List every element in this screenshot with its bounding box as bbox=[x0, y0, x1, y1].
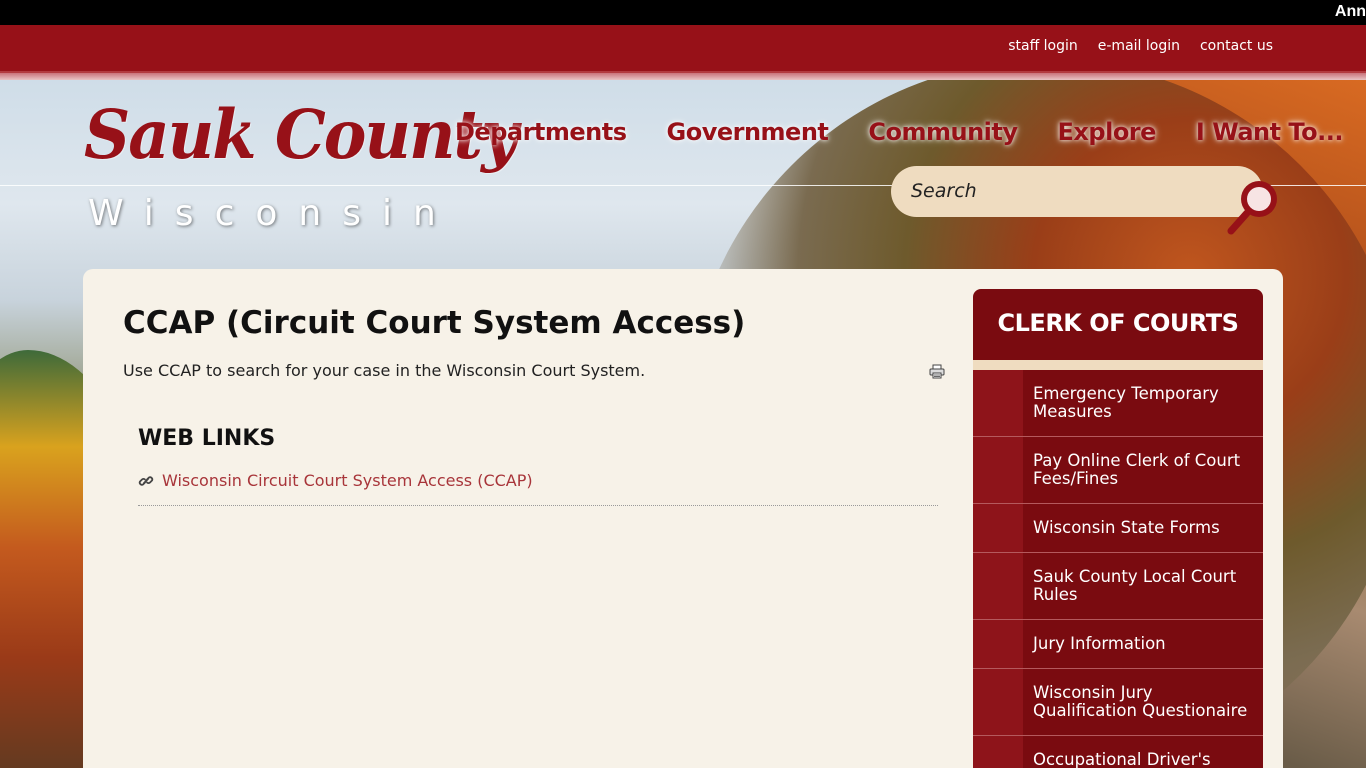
utility-bar: staff login e-mail login contact us bbox=[0, 25, 1366, 73]
print-icon[interactable] bbox=[929, 364, 945, 379]
magnifier-icon bbox=[1227, 181, 1277, 235]
nav-explore[interactable]: Explore bbox=[1058, 118, 1157, 146]
nav-government[interactable]: Government bbox=[667, 118, 829, 146]
site-logo-subtitle[interactable]: Wisconsin bbox=[88, 193, 457, 234]
email-login-link[interactable]: e-mail login bbox=[1098, 38, 1180, 54]
sidebar-menu: Emergency Temporary Measures Pay Online … bbox=[973, 370, 1263, 768]
sidebar-item-occupational-drivers[interactable]: Occupational Driver's bbox=[973, 736, 1263, 768]
header-stripe bbox=[0, 73, 1366, 80]
announcement-text[interactable]: Ann bbox=[1335, 3, 1366, 21]
main-nav: Departments Government Community Explore… bbox=[455, 118, 1343, 146]
sidebar-item-state-forms[interactable]: Wisconsin State Forms bbox=[973, 504, 1263, 553]
search-input[interactable] bbox=[911, 178, 1231, 204]
contact-us-link[interactable]: contact us bbox=[1200, 38, 1273, 54]
sidebar-separator bbox=[973, 360, 1263, 370]
sidebar-title: CLERK OF COURTS bbox=[997, 309, 1239, 337]
page-intro: Use CCAP to search for your case in the … bbox=[123, 361, 646, 380]
sidebar-item-jury-information[interactable]: Jury Information bbox=[973, 620, 1263, 669]
page-title: CCAP (Circuit Court System Access) bbox=[123, 305, 746, 341]
web-link-row: Wisconsin Circuit Court System Access (C… bbox=[138, 470, 938, 506]
staff-login-link[interactable]: staff login bbox=[1008, 38, 1078, 54]
nav-community[interactable]: Community bbox=[868, 118, 1018, 146]
web-links-heading: WEB LINKS bbox=[138, 426, 276, 451]
search-button[interactable] bbox=[1225, 177, 1285, 237]
announcement-bar: Ann bbox=[0, 0, 1366, 25]
chain-link-icon bbox=[138, 476, 154, 486]
sidebar-item-pay-online[interactable]: Pay Online Clerk of Court Fees/Fines bbox=[973, 437, 1263, 504]
sidebar-item-emergency-temporary-measures[interactable]: Emergency Temporary Measures bbox=[973, 370, 1263, 437]
utility-links: staff login e-mail login contact us bbox=[1008, 38, 1273, 54]
sidebar-item-local-court-rules[interactable]: Sauk County Local Court Rules bbox=[973, 553, 1263, 620]
nav-departments[interactable]: Departments bbox=[455, 118, 627, 146]
search-box bbox=[891, 166, 1263, 217]
site-logo[interactable]: Sauk County bbox=[84, 96, 518, 175]
ccap-link[interactable]: Wisconsin Circuit Court System Access (C… bbox=[162, 471, 533, 490]
nav-i-want-to[interactable]: I Want To... bbox=[1196, 118, 1344, 146]
sidebar-item-jury-questionnaire[interactable]: Wisconsin Jury Qualification Questionair… bbox=[973, 669, 1263, 736]
sidebar-header[interactable]: CLERK OF COURTS bbox=[973, 289, 1263, 360]
